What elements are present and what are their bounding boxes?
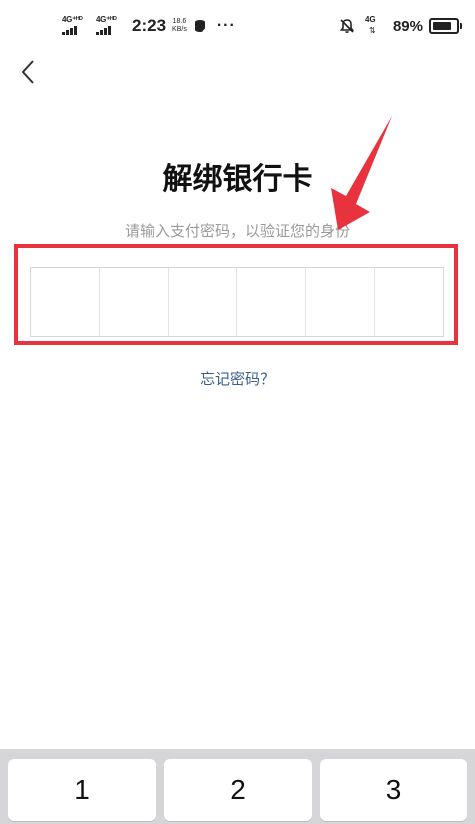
pin-digit-cell[interactable] xyxy=(31,268,100,336)
page-title: 解绑银行卡 xyxy=(162,162,313,197)
forgot-password-link[interactable]: 忘记密码？ xyxy=(0,368,475,389)
network-label: 4G xyxy=(364,15,376,24)
back-button[interactable] xyxy=(14,56,42,88)
numeric-keypad: 1 2 3 xyxy=(0,749,475,824)
status-bar: 4G⁺ᴴᴰ 4G⁺ᴴᴰ 2:23 18.6 KB/s ··· 4G ⇅ 89% xyxy=(0,0,475,52)
key-3[interactable]: 3 xyxy=(320,759,467,821)
cellular-4g-icon: 4G ⇅ xyxy=(364,15,376,35)
signal-sim1-icon: 4G⁺ᴴᴰ xyxy=(62,15,90,37)
signal-sim2-icon: 4G⁺ᴴᴰ xyxy=(96,15,124,37)
password-input[interactable] xyxy=(30,267,444,337)
page-subtitle: 请输入支付密码，以验证您的身份 xyxy=(124,222,350,240)
more-notifications-icon: ··· xyxy=(216,17,236,34)
battery-icon xyxy=(429,18,462,34)
pin-digit-cell[interactable] xyxy=(100,268,169,336)
data-saver-icon xyxy=(193,18,209,34)
chevron-left-icon xyxy=(21,60,34,84)
pin-digit-cell[interactable] xyxy=(306,268,376,336)
pin-digit-cell[interactable] xyxy=(375,268,443,336)
network-speed: 18.6 KB/s xyxy=(172,18,187,34)
battery-fill xyxy=(433,22,451,30)
mute-bell-icon xyxy=(339,18,355,34)
pin-digit-cell[interactable] xyxy=(169,268,238,336)
clock-time: 2:23 xyxy=(132,16,167,35)
battery-percent: 89% xyxy=(392,17,423,35)
pin-digit-cell[interactable] xyxy=(237,268,307,336)
network-speed-unit: KB/s xyxy=(172,26,187,33)
key-1[interactable]: 1 xyxy=(8,759,156,821)
sim1-label: 4G⁺ᴴᴰ xyxy=(62,15,83,24)
status-left: 4G⁺ᴴᴰ 4G⁺ᴴᴰ 2:23 18.6 KB/s ··· xyxy=(62,14,236,38)
annotation-arrow-icon xyxy=(331,116,392,230)
key-2[interactable]: 2 xyxy=(164,759,312,821)
network-speed-value: 18.6 xyxy=(172,18,187,25)
sim2-label: 4G⁺ᴴᴰ xyxy=(96,15,117,24)
status-right: 4G ⇅ 89% xyxy=(339,14,462,38)
